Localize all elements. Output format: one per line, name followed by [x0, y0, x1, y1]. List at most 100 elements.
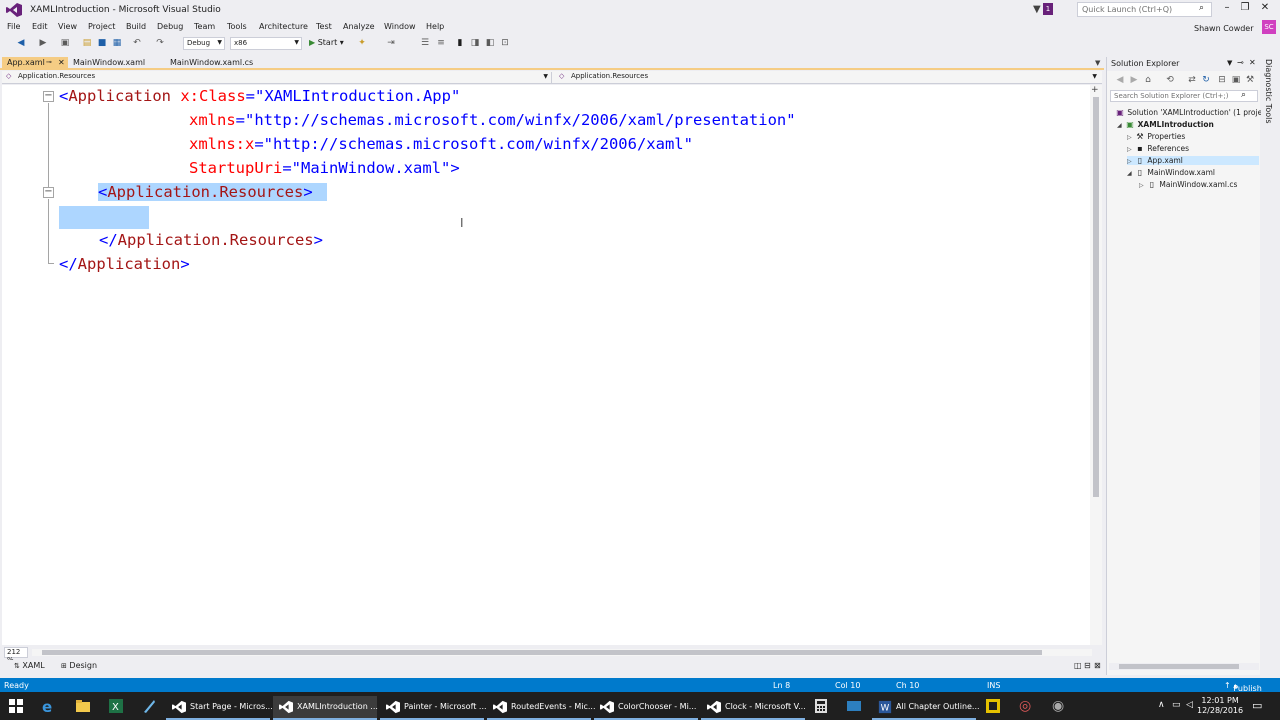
menu-debug[interactable]: Debug	[157, 22, 183, 31]
redo-icon[interactable]: ↷	[155, 38, 165, 48]
home-icon[interactable]: ⌂	[1143, 75, 1153, 85]
quick-launch-input[interactable]: Quick Launch (Ctrl+Q)	[1077, 2, 1212, 17]
menu-build[interactable]: Build	[126, 22, 146, 31]
menu-project[interactable]: Project	[88, 22, 115, 31]
code-editor[interactable]: − − <Application x:Class="XAMLIntroducti…	[2, 85, 1102, 645]
taskbar-app-start-page[interactable]: Start Page - Micros...	[166, 696, 273, 720]
restore-button[interactable]: ❐	[1236, 2, 1254, 16]
tab-dropdown-icon[interactable]: ▼	[1095, 59, 1100, 67]
new-project-icon[interactable]: ▣	[60, 38, 70, 48]
wrench-icon[interactable]: ⚒	[1245, 75, 1255, 85]
horizontal-scrollbar[interactable]	[32, 649, 1092, 656]
taskbar-app-word[interactable]: W All Chapter Outline...	[872, 696, 980, 720]
scroll-thumb[interactable]	[1093, 97, 1099, 497]
split-icon[interactable]: +	[1091, 85, 1099, 95]
minimize-button[interactable]: –	[1218, 2, 1236, 16]
volume-icon[interactable]: ◁	[1186, 700, 1193, 710]
close-icon[interactable]: ✕	[58, 58, 65, 67]
windows-start-icon[interactable]	[8, 698, 24, 714]
undo-icon[interactable]: ↶	[132, 38, 142, 48]
step-icon[interactable]: ⇥	[386, 38, 396, 48]
collapsed-arrow-icon[interactable]: ▷	[1127, 158, 1135, 165]
configuration-select[interactable]: Debug ▼	[183, 37, 225, 50]
menu-architecture[interactable]: Architecture	[259, 22, 308, 31]
menu-window[interactable]: Window	[384, 22, 416, 31]
menu-help[interactable]: Help	[426, 22, 444, 31]
code-line-7[interactable]: </Application.Resources>	[99, 231, 323, 249]
menu-analyze[interactable]: Analyze	[343, 22, 375, 31]
show-all-files-icon[interactable]: ▣	[1231, 75, 1241, 85]
close-icon[interactable]: ✕	[1249, 58, 1256, 67]
pin-icon[interactable]: ⊸	[1237, 58, 1244, 67]
menu-test[interactable]: Test	[316, 22, 332, 31]
code-line-4[interactable]: StartupUri="MainWindow.xaml">	[189, 159, 460, 177]
menu-tools[interactable]: Tools	[227, 22, 247, 31]
code-line-2[interactable]: xmlns="http://schemas.microsoft.com/winf…	[189, 111, 796, 129]
system-tray-chevron-icon[interactable]: ∧	[1158, 700, 1165, 710]
collapsed-arrow-icon[interactable]: ▷	[1139, 182, 1147, 189]
notification-filter-icon[interactable]: ▼	[1033, 4, 1041, 15]
diagnostic-tools-tab[interactable]: Diagnostic Tools	[1261, 57, 1280, 675]
network-icon[interactable]: ▭	[1172, 700, 1181, 710]
save-icon[interactable]: ■	[97, 38, 107, 48]
app-icon[interactable]	[846, 698, 862, 714]
platform-select[interactable]: x86 ▼	[230, 37, 302, 50]
start-debugging-button[interactable]: ▶ Start ▾	[309, 38, 344, 47]
taskbar-app-colorchooser[interactable]: ColorChooser - Mi...	[594, 696, 698, 720]
app-icon[interactable]: ◉	[1052, 698, 1068, 714]
expanded-arrow-icon[interactable]: ◢	[1127, 170, 1135, 177]
file-explorer-icon[interactable]	[75, 698, 91, 714]
xaml-view-tab[interactable]: ⇅ XAML	[10, 660, 49, 672]
expanded-arrow-icon[interactable]: ◢	[1117, 122, 1125, 129]
browser-link-icon[interactable]: ✦	[357, 38, 367, 48]
vertical-scrollbar[interactable]: +	[1090, 85, 1102, 645]
notification-badge[interactable]: 1	[1043, 3, 1053, 15]
indent-icon[interactable]: ☰	[420, 38, 430, 48]
solution-search-input[interactable]: Search Solution Explorer (Ctrl+;)	[1110, 90, 1258, 102]
forward-icon[interactable]: ▶	[1129, 75, 1139, 85]
back-icon[interactable]: ◀	[16, 38, 26, 48]
taskbar-app-xamlintroduction[interactable]: XAMLIntroduction ...	[273, 696, 378, 720]
taskbar-app-routedevents[interactable]: RoutedEvents - Mic...	[487, 696, 596, 720]
open-file-icon[interactable]: ▤	[82, 38, 92, 48]
sync-icon[interactable]: ⟲	[1165, 75, 1175, 85]
tree-item-properties[interactable]: ▷ ⚒ Properties	[1127, 132, 1185, 141]
code-line-3[interactable]: xmlns:x="http://schemas.microsoft.com/wi…	[189, 135, 693, 153]
save-all-icon[interactable]: ▦	[112, 38, 122, 48]
user-name[interactable]: Shawn Cowder	[1194, 24, 1254, 33]
taskbar-app-painter[interactable]: Painter - Microsoft ...	[380, 696, 487, 720]
menu-file[interactable]: File	[7, 22, 20, 31]
scroll-thumb[interactable]	[1119, 664, 1239, 669]
comment-icon[interactable]: ≡	[436, 38, 446, 48]
tree-item-app-xaml[interactable]: ▷ ▯ App.xaml	[1127, 156, 1259, 165]
search-icon[interactable]: ⌕	[1241, 90, 1246, 100]
nav-right-combo[interactable]: ◇ Application.Resources ▼	[555, 72, 1100, 83]
search-icon[interactable]: ⌕	[1199, 3, 1204, 13]
tree-solution[interactable]: ▣ Solution 'XAMLIntroduction' (1 proje	[1115, 108, 1262, 117]
excel-icon[interactable]: X	[108, 698, 124, 714]
collapsed-arrow-icon[interactable]: ▷	[1127, 146, 1135, 153]
collapsed-arrow-icon[interactable]: ▷	[1127, 134, 1135, 141]
tree-project[interactable]: ◢ ▣ XAMLIntroduction	[1117, 120, 1214, 129]
collapse-all-icon[interactable]: ⊟	[1217, 75, 1227, 85]
menu-edit[interactable]: Edit	[32, 22, 48, 31]
split-vertical-icon[interactable]: ⊟	[1084, 661, 1091, 670]
refresh-icon[interactable]: ↻	[1201, 75, 1211, 85]
publish-button[interactable]: ↑ Publish ▴	[1224, 681, 1262, 693]
tab-mainwindow-xaml[interactable]: MainWindow.xaml	[68, 57, 158, 69]
tree-item-references[interactable]: ▷ ▪ References	[1127, 144, 1189, 153]
panel-dropdown-icon[interactable]: ▼	[1227, 59, 1232, 67]
close-window-button[interactable]: ✕	[1256, 2, 1274, 16]
tab-mainwindow-xaml-cs[interactable]: MainWindow.xaml.cs	[165, 57, 255, 69]
taskbar-clock[interactable]: 12:01 PM 12/28/2016	[1197, 696, 1243, 716]
pending-changes-icon[interactable]: ⇄	[1187, 75, 1197, 85]
calculator-icon[interactable]	[813, 698, 829, 714]
tree-item-mainwindow-xaml-cs[interactable]: ▷ ▯ MainWindow.xaml.cs	[1139, 180, 1237, 189]
collapse-icon[interactable]: −	[43, 91, 54, 102]
code-line-5-selected[interactable]: <Application.Resources>	[98, 183, 327, 201]
edge-browser-icon[interactable]: e	[42, 698, 58, 716]
zoom-select[interactable]: 212 %	[4, 647, 28, 664]
back-icon[interactable]: ◀	[1115, 75, 1125, 85]
app-icon[interactable]	[141, 698, 157, 714]
bookmark-clear-icon[interactable]: ⊡	[500, 38, 510, 48]
